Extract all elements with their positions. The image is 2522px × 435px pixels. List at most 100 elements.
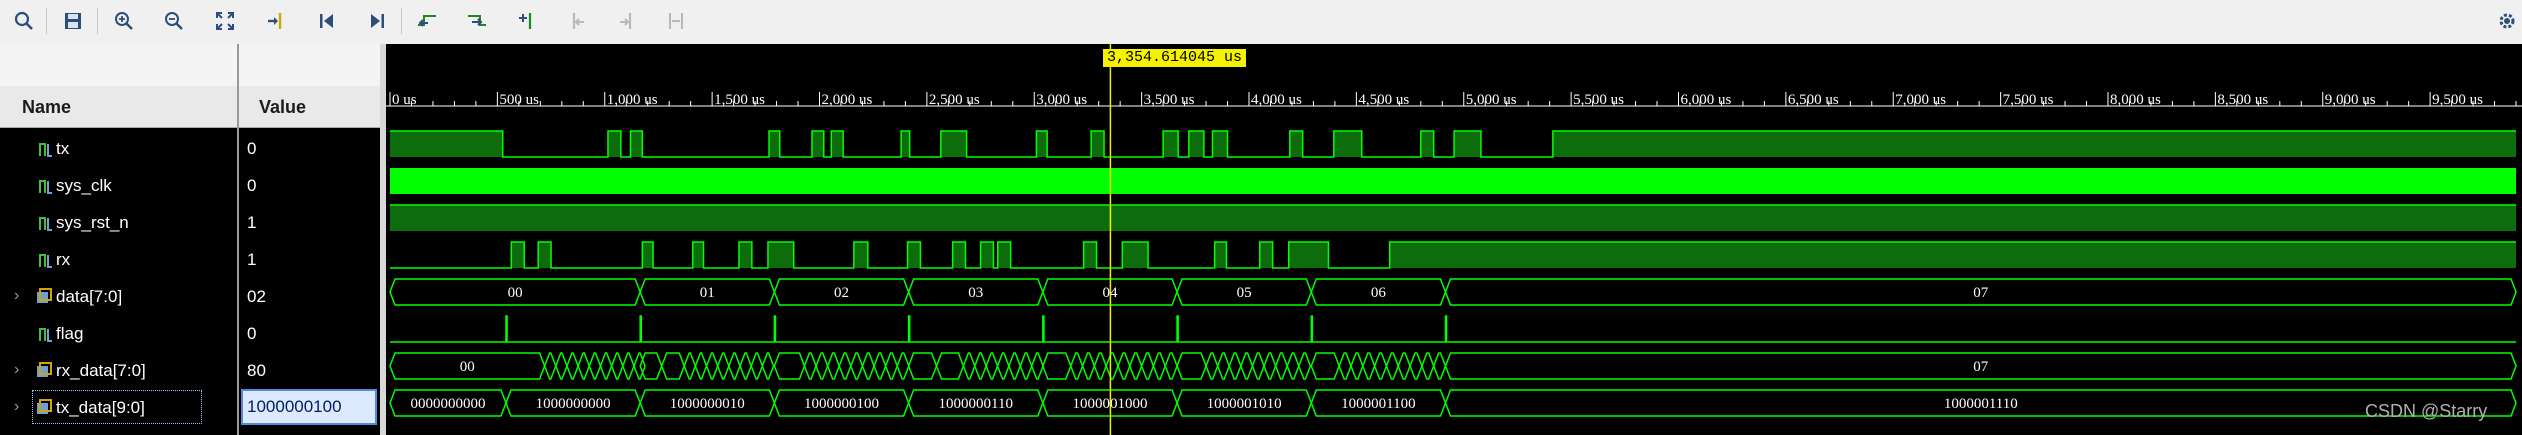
zoom-in-icon[interactable]: [110, 7, 138, 35]
signal-name-flag[interactable]: flag: [56, 316, 83, 352]
rx-data-bus-segment: [1228, 352, 1242, 380]
previous-marker-icon[interactable]: [563, 7, 591, 35]
rx-data-bus-segment: [1152, 352, 1167, 380]
rx-data-bus-label: 07: [1973, 359, 1989, 375]
rx-wave-fill: [642, 242, 654, 268]
signal-value: 0: [247, 324, 257, 343]
rx-data-bus-segment: [896, 352, 910, 380]
bit-signal-icon: [38, 214, 54, 232]
sys-rst-n-wave-fill: [390, 205, 2517, 231]
rx-data-bus-segment: [566, 352, 579, 380]
expand-toggle-icon[interactable]: ›: [14, 287, 19, 305]
rx-data-bus-segment: [1030, 352, 1044, 380]
data-bus-label: 03: [968, 285, 983, 301]
go-to-end-icon[interactable]: [363, 7, 391, 35]
previous-transition-icon[interactable]: [413, 7, 441, 35]
rx-data-bus-segment: [1019, 352, 1033, 380]
rx-data-bus-segment: [1373, 352, 1388, 380]
rx-data-bus-segment: [962, 352, 976, 380]
rx-data-bus-segment: [1251, 352, 1265, 380]
rx-data-bus-segment: [1176, 352, 1207, 380]
signal-name-sys_rst_n[interactable]: sys_rst_n: [56, 205, 129, 241]
tick-label: 1,500 us: [714, 92, 765, 108]
rx-wave-fill: [1389, 242, 2517, 268]
value-column-header[interactable]: Value: [239, 86, 380, 128]
watermark: CSDN @Starry: [2365, 401, 2488, 421]
tick-label: 9,500 us: [2432, 92, 2483, 108]
rx-data-bus-segment: [705, 352, 719, 380]
rx-wave-fill: [692, 242, 704, 268]
zoom-fit-icon[interactable]: [211, 7, 239, 35]
settings-icon[interactable]: [2496, 7, 2518, 35]
cursor-time-label[interactable]: 3,354.614045 us: [1103, 49, 1247, 67]
rx-data-bus-segment: [1069, 352, 1084, 380]
rx-data-bus-segment: [873, 352, 887, 380]
tx-wave-fill: [1420, 131, 1434, 157]
tx-wave-fill: [1188, 131, 1204, 157]
tx-wave-fill: [1163, 131, 1179, 157]
rx-data-bus-segment: [1432, 352, 1447, 380]
rx-wave-fill: [1083, 242, 1097, 268]
data-bus-label: 06: [1371, 285, 1387, 301]
tick-label: 5,000 us: [1466, 92, 1517, 108]
tx-data-bus-label: 1000000110: [939, 396, 1013, 412]
rx-data-bus-segment: [621, 352, 635, 380]
expand-toggle-icon[interactable]: ›: [14, 361, 19, 379]
tx-data-bus-label: 1000001100: [1341, 396, 1415, 412]
tick-label: 2,500 us: [929, 92, 980, 108]
tx-data-bus-label: 1000000010: [670, 396, 745, 412]
rx-wave-fill: [767, 242, 794, 268]
tick-label: 3,500 us: [1144, 92, 1195, 108]
rx-wave-fill: [511, 242, 525, 268]
signal-value: 80: [247, 361, 266, 380]
data-bus-label: 05: [1237, 285, 1252, 301]
signal-name-tx[interactable]: tx: [56, 131, 69, 167]
next-transition-icon[interactable]: [463, 7, 491, 35]
rx-data-bus-segment: [1298, 352, 1312, 380]
go-to-cursor-icon[interactable]: [262, 7, 290, 35]
zoom-out-icon[interactable]: [160, 7, 188, 35]
rx-data-bus-segment: [1397, 352, 1411, 380]
signal-name-rx[interactable]: rx: [56, 242, 70, 278]
rx-data-bus-segment: [935, 352, 965, 380]
rx-data-bus-segment: [861, 352, 875, 380]
tick-label: 4,000 us: [1251, 92, 1302, 108]
rx-data-bus-segment: [973, 352, 987, 380]
rx-data-bus-segment: [1338, 352, 1352, 380]
rx-data-bus-segment: [577, 352, 591, 380]
rx-data-bus-segment: [1117, 352, 1131, 380]
add-marker-icon[interactable]: [513, 7, 541, 35]
go-to-start-icon[interactable]: [313, 7, 341, 35]
rx-data-bus-segment: [694, 352, 708, 380]
save-icon[interactable]: [59, 7, 87, 35]
tx-data-bus-label: 1000001010: [1207, 396, 1282, 412]
signal-value: 02: [247, 287, 266, 306]
rx-data-bus-segment: [1216, 352, 1231, 380]
swap-cursors-icon[interactable]: [662, 7, 690, 35]
expand-toggle-icon[interactable]: ›: [14, 398, 19, 416]
waveform-canvas[interactable]: 0 us 500 us 1,000 us 1,500 us 2,000 us 2,500 …: [386, 44, 2522, 435]
signal-name-rx_data70[interactable]: rx_data[7:0]: [56, 353, 146, 389]
waveform-svg[interactable]: 0 us 500 us 1,000 us 1,500 us 2,000 us 2,500 …: [386, 44, 2522, 435]
rx-data-bus-segment: [815, 352, 829, 380]
rx-data-bus-segment: [1421, 352, 1435, 380]
rx-data-bus-segment: [907, 352, 938, 380]
waveform-toolbar: [0, 0, 2522, 45]
selected-value-cell[interactable]: 1000000100: [241, 389, 377, 425]
sys-clk-wave: [390, 168, 2517, 194]
tick-label: 6,500 us: [1788, 92, 1839, 108]
rx-data-bus-segment: [1240, 352, 1254, 380]
rx-data-bus-segment: [838, 352, 852, 380]
search-icon[interactable]: [10, 7, 38, 35]
rx-data-bus-segment: [826, 352, 841, 380]
data-bus-label: 01: [700, 285, 715, 301]
rx-data-bus-segment: [1385, 352, 1400, 380]
tick-label: 7,500 us: [2003, 92, 2054, 108]
tick-label: 1,000 us: [607, 92, 658, 108]
signal-name-data70[interactable]: data[7:0]: [56, 279, 122, 315]
next-marker-icon[interactable]: [613, 7, 641, 35]
rx-wave-fill: [853, 242, 868, 268]
rx-data-bus-segment: [1274, 352, 1289, 380]
name-column-header[interactable]: Name: [0, 86, 237, 128]
signal-name-sys_clk[interactable]: sys_clk: [56, 168, 112, 204]
